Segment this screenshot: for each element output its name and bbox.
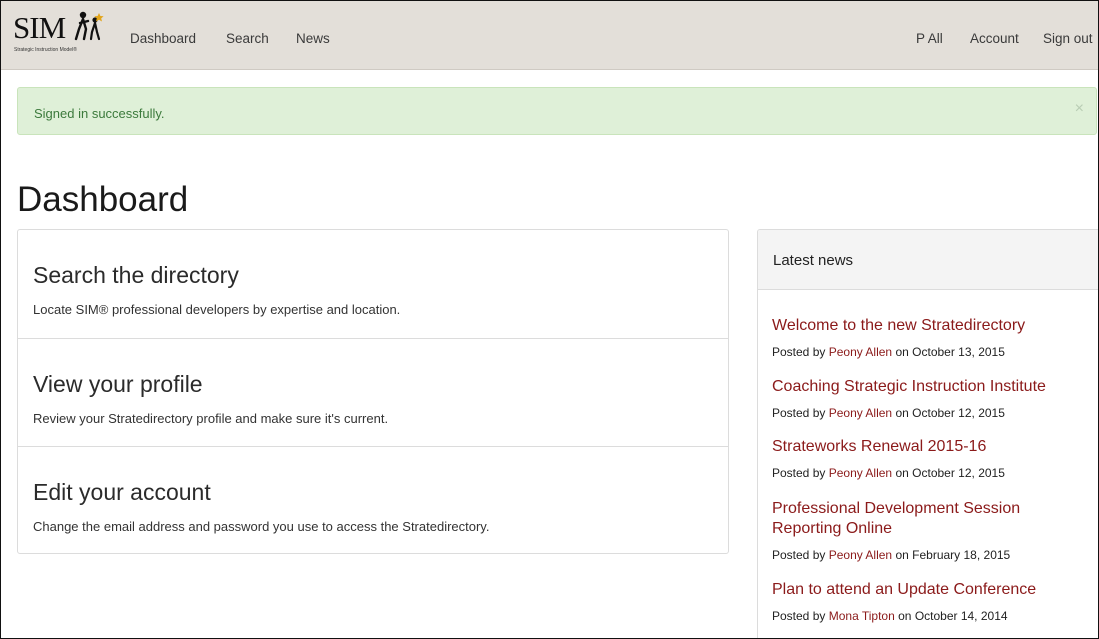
card-heading: View your profile bbox=[33, 371, 203, 397]
card-description: Locate SIM® professional developers by e… bbox=[33, 302, 401, 317]
posted-by-label: Posted by bbox=[772, 609, 826, 623]
news-meta: Posted by Mona Tipton on October 14, 201… bbox=[772, 609, 1090, 623]
logo-text: SIM bbox=[13, 10, 66, 45]
news-meta: Posted by Peony Allen on October 13, 201… bbox=[772, 345, 1090, 359]
posted-by-label: Posted by bbox=[772, 345, 826, 359]
news-meta: Posted by Peony Allen on October 12, 201… bbox=[772, 466, 1090, 480]
close-icon[interactable]: × bbox=[1075, 100, 1084, 118]
nav-user-name[interactable]: P All bbox=[916, 31, 943, 46]
news-panel-title: Latest news bbox=[773, 252, 854, 269]
news-author-link[interactable]: Mona Tipton bbox=[829, 609, 895, 623]
news-panel-header: Latest news bbox=[758, 230, 1098, 290]
news-date: October 14, 2014 bbox=[914, 609, 1008, 623]
nav-news[interactable]: News bbox=[296, 31, 330, 46]
page-frame: SIM Strategic Instruction Model® Dashboa… bbox=[0, 0, 1099, 639]
news-date: February 18, 2015 bbox=[912, 548, 1011, 562]
on-label: on bbox=[898, 609, 912, 623]
nav-account[interactable]: Account bbox=[970, 31, 1019, 46]
news-author-link[interactable]: Peony Allen bbox=[829, 466, 892, 480]
news-date: October 12, 2015 bbox=[912, 406, 1005, 420]
news-author-link[interactable]: Peony Allen bbox=[829, 345, 892, 359]
card-view-profile[interactable]: View your profile Review your Stratedire… bbox=[18, 339, 728, 447]
top-navbar: SIM Strategic Instruction Model® Dashboa… bbox=[1, 1, 1098, 70]
nav-search[interactable]: Search bbox=[226, 31, 269, 46]
card-description: Change the email address and password yo… bbox=[33, 519, 490, 534]
card-description: Review your Stratedirectory profile and … bbox=[33, 411, 389, 426]
posted-by-label: Posted by bbox=[772, 548, 826, 562]
news-title-link[interactable]: Coaching Strategic Instruction Institute bbox=[772, 377, 1090, 397]
news-item: Welcome to the new Stratedirectory Poste… bbox=[772, 316, 1090, 359]
news-item: Strateworks Renewal 2015-16 Posted by Pe… bbox=[772, 437, 1090, 480]
news-date: October 12, 2015 bbox=[912, 466, 1005, 480]
success-alert: Signed in successfully. × bbox=[17, 87, 1097, 135]
latest-news-panel: Latest news Welcome to the new Stratedir… bbox=[757, 229, 1098, 638]
posted-by-label: Posted by bbox=[772, 466, 826, 480]
nav-dashboard[interactable]: Dashboard bbox=[130, 31, 196, 46]
logo-figures-icon bbox=[74, 11, 104, 41]
news-item: Coaching Strategic Instruction Institute… bbox=[772, 377, 1090, 420]
on-label: on bbox=[895, 406, 909, 420]
card-heading: Edit your account bbox=[33, 479, 211, 505]
nav-sign-out[interactable]: Sign out bbox=[1043, 31, 1093, 46]
on-label: on bbox=[895, 345, 909, 359]
news-title-link[interactable]: Professional Development Session Reporti… bbox=[772, 499, 1090, 539]
news-date: October 13, 2015 bbox=[912, 345, 1005, 359]
on-label: on bbox=[895, 548, 909, 562]
news-meta: Posted by Peony Allen on February 18, 20… bbox=[772, 548, 1090, 562]
news-item: Professional Development Session Reporti… bbox=[772, 499, 1090, 562]
card-heading: Search the directory bbox=[33, 262, 239, 288]
posted-by-label: Posted by bbox=[772, 406, 826, 420]
news-title-link[interactable]: Strateworks Renewal 2015-16 bbox=[772, 437, 1090, 457]
news-author-link[interactable]: Peony Allen bbox=[829, 548, 892, 562]
on-label: on bbox=[895, 466, 909, 480]
alert-message: Signed in successfully. bbox=[34, 106, 165, 121]
sim-logo[interactable]: SIM Strategic Instruction Model® bbox=[13, 10, 111, 57]
news-item: Plan to attend an Update Conference Post… bbox=[772, 580, 1090, 623]
card-search-directory[interactable]: Search the directory Locate SIM® profess… bbox=[18, 230, 728, 339]
page-title: Dashboard bbox=[17, 180, 189, 219]
news-author-link[interactable]: Peony Allen bbox=[829, 406, 892, 420]
news-title-link[interactable]: Plan to attend an Update Conference bbox=[772, 580, 1090, 600]
logo-subtext: Strategic Instruction Model® bbox=[14, 47, 77, 53]
dashboard-card-list: Search the directory Locate SIM® profess… bbox=[17, 229, 729, 554]
news-title-link[interactable]: Welcome to the new Stratedirectory bbox=[772, 316, 1090, 336]
news-meta: Posted by Peony Allen on October 12, 201… bbox=[772, 406, 1090, 420]
card-edit-account[interactable]: Edit your account Change the email addre… bbox=[18, 447, 728, 553]
